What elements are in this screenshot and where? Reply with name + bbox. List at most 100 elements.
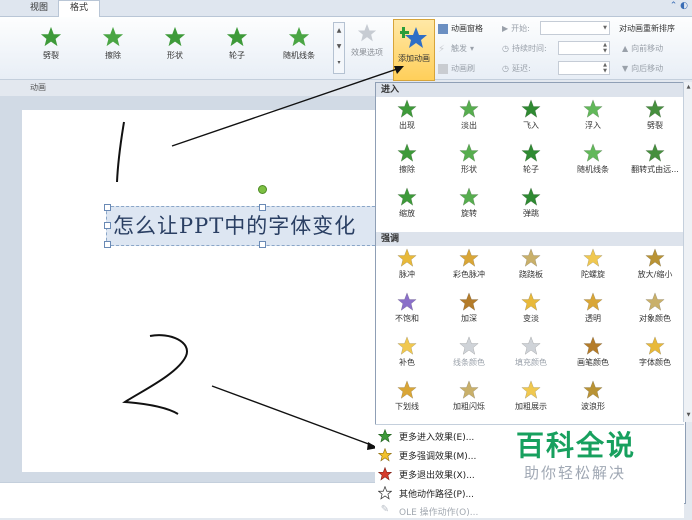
- resize-handle[interactable]: [104, 222, 111, 229]
- effect-split[interactable]: 劈裂: [24, 23, 78, 71]
- emphasis-effect-12[interactable]: 填充颜色: [500, 336, 562, 376]
- emphasis-effect-9[interactable]: 对象颜色: [624, 292, 685, 332]
- emphasis-effect-0[interactable]: 脉冲: [376, 248, 438, 288]
- duration-field[interactable]: ▲ ▼: [558, 41, 610, 55]
- star-icon: [583, 336, 603, 355]
- entrance-effect-3[interactable]: 浮入: [562, 99, 624, 139]
- star-icon: [397, 292, 417, 311]
- star-icon: [521, 336, 541, 355]
- effect-label: 放大/缩小: [637, 270, 673, 279]
- duration-label: ◷ 持续时间:: [502, 44, 547, 53]
- emphasis-effect-5[interactable]: 不饱和: [376, 292, 438, 332]
- entrance-effect-11[interactable]: 旋转: [438, 187, 500, 227]
- effect-shape[interactable]: 形状: [148, 23, 202, 71]
- entrance-effect-12[interactable]: 弹跳: [500, 187, 562, 227]
- clock-icon: ◷: [502, 44, 509, 53]
- add-animation-button[interactable]: 添加动画: [393, 19, 435, 81]
- delay-field[interactable]: ▲ ▼: [558, 61, 610, 75]
- effect-wheel[interactable]: 轮子: [210, 23, 264, 71]
- emphasis-effect-4[interactable]: 放大/缩小: [624, 248, 685, 288]
- emphasis-effect-1[interactable]: 彩色脉冲: [438, 248, 500, 288]
- effect-label: 劈裂: [647, 121, 663, 130]
- resize-handle[interactable]: [104, 241, 111, 248]
- chevron-up-icon[interactable]: ▲: [334, 23, 344, 39]
- reorder-title: 对动画重新排序: [619, 24, 675, 33]
- emphasis-effect-13[interactable]: 画笔颜色: [562, 336, 624, 376]
- more-icon[interactable]: ▾: [334, 55, 344, 71]
- effect-options-button[interactable]: 效果选项: [346, 21, 388, 58]
- chevron-up-icon[interactable]: ▲: [684, 82, 692, 92]
- resize-handle[interactable]: [259, 204, 266, 211]
- emphasis-effect-6[interactable]: 加深: [438, 292, 500, 332]
- resize-handle[interactable]: [104, 204, 111, 211]
- emphasis-effect-16[interactable]: 加粗闪烁: [438, 380, 500, 420]
- emphasis-effect-2[interactable]: 跷跷板: [500, 248, 562, 288]
- trigger-button[interactable]: ⚡ 触发 ▾: [438, 43, 474, 55]
- help-icon[interactable]: ⌃ ◐: [670, 1, 688, 11]
- emphasis-effect-10[interactable]: 补色: [376, 336, 438, 376]
- emphasis-effect-17[interactable]: 加粗展示: [500, 380, 562, 420]
- resize-handle[interactable]: [259, 241, 266, 248]
- ole-action[interactable]: ✎ OLE 操作动作(O)...: [375, 502, 684, 520]
- star-icon: [397, 187, 417, 206]
- green-star-icon: [378, 429, 392, 443]
- chevron-down-icon[interactable]: ▼: [334, 39, 344, 55]
- emphasis-effect-11[interactable]: 线条颜色: [438, 336, 500, 376]
- star-icon: [357, 23, 377, 42]
- emphasis-header: 强调: [376, 232, 685, 246]
- star-icon: [583, 143, 603, 162]
- gallery-scrollbar[interactable]: ▲ ▼ ▾: [333, 22, 345, 74]
- emphasis-effect-14[interactable]: 字体颜色: [624, 336, 685, 376]
- title-textbox[interactable]: 怎么让PPT中的字体变化: [104, 204, 380, 248]
- entrance-effect-1[interactable]: 淡出: [438, 99, 500, 139]
- other-motion-paths[interactable]: 其他动作路径(P)...: [375, 484, 684, 502]
- gallery-vertical-scrollbar[interactable]: ▲ ▼: [683, 82, 692, 422]
- move-later-button[interactable]: ▼ 向后移动: [622, 63, 663, 74]
- outline-star-icon: [378, 486, 392, 500]
- emphasis-effect-18[interactable]: 波浪形: [562, 380, 624, 420]
- effect-label: 飞入: [523, 121, 539, 130]
- entrance-effect-4[interactable]: 劈裂: [624, 99, 685, 139]
- star-icon: [583, 380, 603, 399]
- rotation-handle[interactable]: [258, 185, 267, 194]
- entrance-header: 进入: [376, 83, 685, 97]
- effect-label: 轮子: [523, 165, 539, 174]
- tab-view[interactable]: 视图: [22, 1, 56, 15]
- emphasis-effect-15[interactable]: 下划线: [376, 380, 438, 420]
- effect-label: 随机线条: [577, 165, 609, 174]
- tab-format[interactable]: 格式: [58, 0, 100, 17]
- effect-label: 加深: [461, 314, 477, 323]
- effect-options-label: 效果选项: [351, 48, 383, 57]
- entrance-effect-7[interactable]: 轮子: [500, 143, 562, 183]
- entrance-effect-9[interactable]: 翻转式由远...: [624, 143, 685, 183]
- emphasis-effect-8[interactable]: 透明: [562, 292, 624, 332]
- slide-canvas[interactable]: [22, 110, 378, 472]
- move-earlier-button[interactable]: ▲ 向前移动: [622, 43, 663, 54]
- entrance-effect-2[interactable]: 飞入: [500, 99, 562, 139]
- star-icon: [288, 26, 310, 47]
- effect-label: 翻转式由远...: [631, 165, 679, 174]
- entrance-effect-10[interactable]: 缩放: [376, 187, 438, 227]
- emphasis-effect-7[interactable]: 变淡: [500, 292, 562, 332]
- entrance-effect-5[interactable]: 擦除: [376, 143, 438, 183]
- star-icon: [459, 99, 479, 118]
- effect-random-bars[interactable]: 随机线条: [272, 23, 326, 71]
- effect-label: 弹跳: [523, 209, 539, 218]
- effect-label: 随机线条: [283, 51, 315, 60]
- entrance-effect-8[interactable]: 随机线条: [562, 143, 624, 183]
- effect-label: 跷跷板: [519, 270, 543, 279]
- start-dropdown[interactable]: ▼: [540, 21, 610, 35]
- entrance-effect-0[interactable]: 出现: [376, 99, 438, 139]
- notes-pane[interactable]: [0, 482, 378, 518]
- animation-pane-button[interactable]: 动画窗格: [438, 23, 483, 34]
- effect-label: 不饱和: [395, 314, 419, 323]
- menu-label: 其他动作路径(P)...: [399, 489, 475, 500]
- effect-label: 补色: [399, 358, 415, 367]
- watermark-title: 百科全说: [516, 429, 637, 462]
- effect-wipe[interactable]: 擦除: [86, 23, 140, 71]
- emphasis-effect-3[interactable]: 陀螺旋: [562, 248, 624, 288]
- animation-pane-label: 动画窗格: [451, 24, 483, 33]
- entrance-effect-6[interactable]: 形状: [438, 143, 500, 183]
- animation-painter-button[interactable]: 动画刷: [438, 63, 475, 74]
- chevron-down-icon[interactable]: ▼: [684, 410, 692, 420]
